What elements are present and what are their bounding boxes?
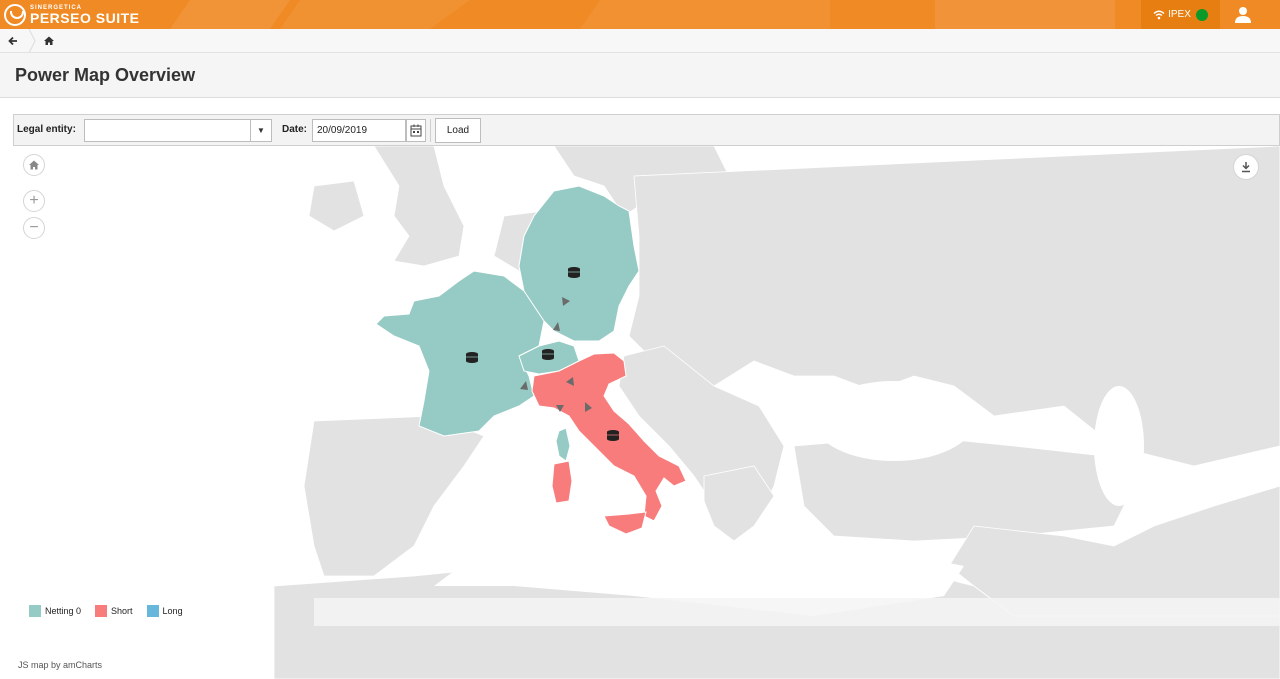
- map-credit[interactable]: JS map by amCharts: [18, 660, 102, 670]
- date-field[interactable]: [312, 119, 406, 142]
- logo-title: PERSEO SUITE: [30, 9, 140, 26]
- arrow-left-icon[interactable]: [6, 33, 22, 49]
- home-icon[interactable]: [41, 33, 57, 49]
- home-icon: [29, 160, 39, 170]
- database-icon: [607, 430, 619, 441]
- database-icon: [568, 267, 580, 278]
- power-map[interactable]: + − Netting 0 Short Long JS map by amCha…: [14, 146, 1280, 679]
- date-label: Date:: [282, 124, 308, 135]
- legend-item-netting[interactable]: Netting 0: [29, 605, 81, 617]
- breadcrumb: [0, 29, 1280, 53]
- chevron-down-icon[interactable]: ▼: [250, 119, 272, 142]
- region-france: [375, 270, 545, 437]
- market-status-label: IPEX: [1168, 9, 1191, 20]
- market-status[interactable]: IPEX: [1141, 0, 1220, 29]
- legend-background: [314, 598, 1280, 626]
- top-bar: SINERGETICA PERSEO SUITE IPEX: [0, 0, 1280, 29]
- map-home-button[interactable]: [23, 154, 45, 176]
- calendar-button[interactable]: [406, 119, 426, 142]
- database-icon: [542, 349, 554, 360]
- toolbar-divider: [430, 119, 431, 142]
- breadcrumb-separator: [28, 29, 36, 53]
- logo-icon: [4, 3, 26, 26]
- legend-label: Netting 0: [45, 606, 82, 616]
- status-indicator-icon: [1195, 8, 1208, 21]
- legend-swatch: [29, 605, 41, 617]
- download-icon: [1242, 162, 1250, 173]
- legal-entity-label: Legal entity:: [17, 124, 76, 135]
- map-legend: Netting 0 Short Long: [29, 605, 197, 617]
- database-icon: [466, 352, 478, 363]
- wifi-icon: [1153, 10, 1165, 19]
- legend-item-long[interactable]: Long: [146, 605, 183, 617]
- page-header: Power Map Overview: [0, 53, 1280, 98]
- page-title: Power Map Overview: [15, 65, 196, 85]
- region-corsica: [555, 427, 571, 462]
- region-sardinia: [551, 460, 573, 504]
- calendar-icon: [410, 124, 422, 137]
- legal-entity-select[interactable]: [84, 119, 250, 142]
- filter-toolbar: Legal entity: ▼ Date: Load: [13, 114, 1280, 146]
- legend-label: Long: [162, 606, 183, 616]
- download-button[interactable]: [1233, 154, 1259, 180]
- app-logo[interactable]: SINERGETICA PERSEO SUITE: [4, 2, 139, 27]
- legend-swatch: [95, 605, 108, 617]
- legend-label: Short: [111, 606, 133, 616]
- header-decoration: [170, 0, 1115, 29]
- user-icon[interactable]: [1234, 6, 1252, 24]
- zoom-in-button[interactable]: +: [23, 190, 45, 212]
- legend-item-short[interactable]: Short: [95, 605, 133, 617]
- legend-swatch: [146, 605, 159, 617]
- zoom-out-button[interactable]: −: [23, 217, 45, 239]
- load-button[interactable]: Load: [435, 118, 481, 143]
